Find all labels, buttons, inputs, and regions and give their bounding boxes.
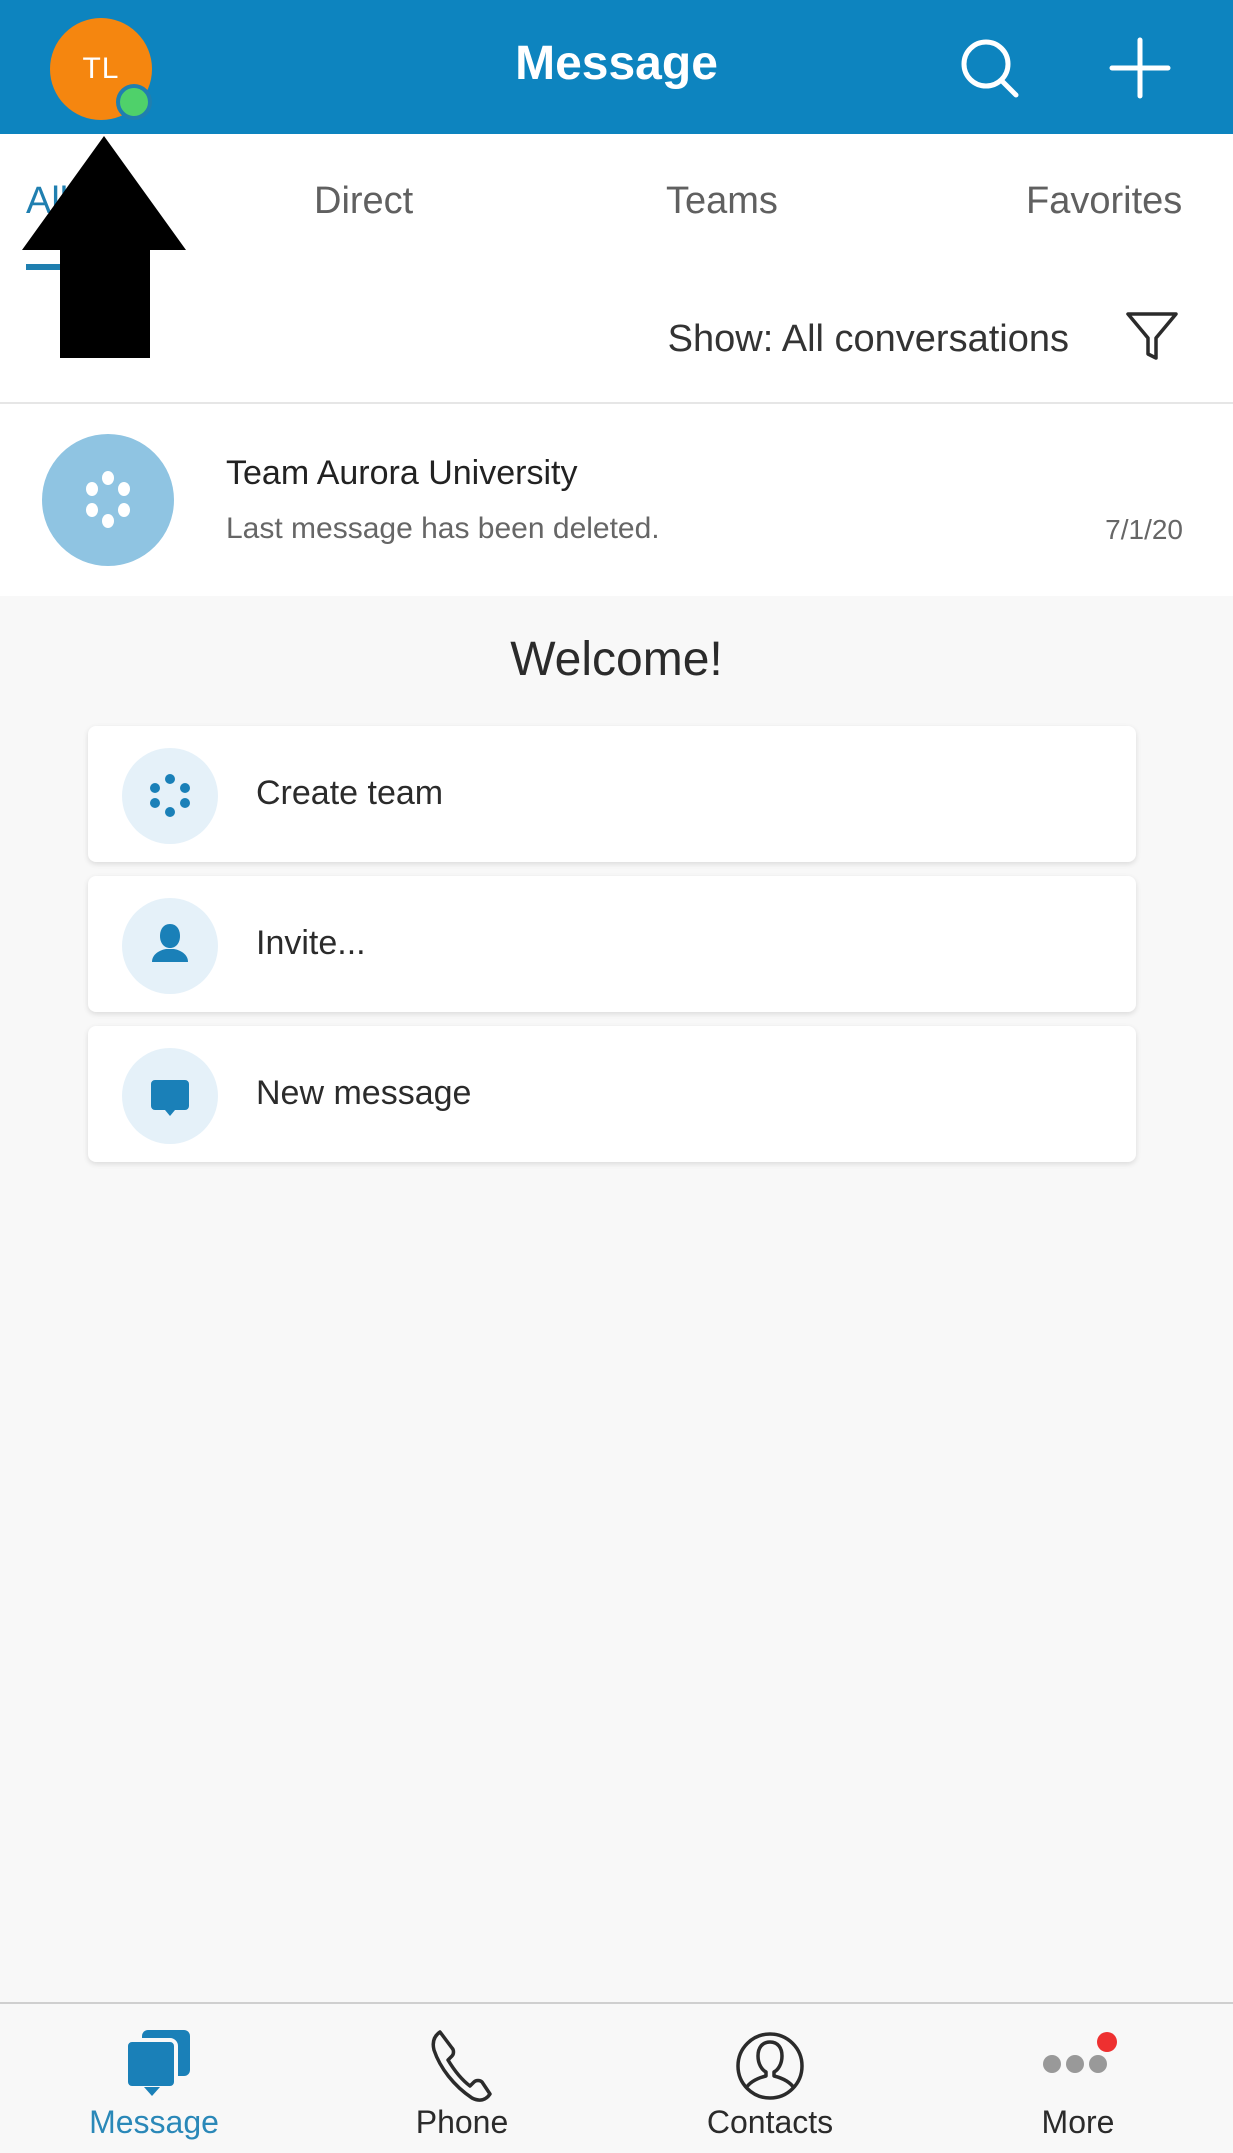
- welcome-heading: Welcome!: [510, 633, 723, 686]
- nav-message[interactable]: Message: [0, 2004, 308, 2153]
- search-icon: [961, 39, 1019, 98]
- nav-message-label: Message: [89, 2104, 219, 2140]
- notification-badge: [1097, 2032, 1117, 2052]
- nav-more-label: More: [1041, 2104, 1115, 2140]
- new-message-button[interactable]: New message: [88, 1026, 1136, 1162]
- chat-bubble-icon: [151, 1080, 189, 1116]
- team-icon: [86, 471, 130, 528]
- conversation-row[interactable]: Team Aurora University Last message has …: [0, 404, 1233, 596]
- phone-icon: [431, 2030, 492, 2102]
- conversation-name: Team Aurora University: [226, 454, 578, 492]
- new-message-icon-wrap: [122, 1048, 218, 1144]
- nav-phone-label: Phone: [415, 2104, 509, 2140]
- create-team-button[interactable]: Create team: [88, 726, 1136, 862]
- conversation-last-message: Last message has been deleted.: [226, 512, 660, 545]
- invite-icon-wrap: [122, 898, 218, 994]
- avatar-initials: TL: [82, 52, 120, 85]
- contacts-icon: [736, 2032, 804, 2100]
- filter-icon[interactable]: [1124, 308, 1180, 364]
- tab-direct[interactable]: Direct: [314, 180, 413, 223]
- nav-contacts-label: Contacts: [706, 2104, 834, 2140]
- conversation-date: 7/1/20: [1105, 514, 1183, 545]
- person-icon: [152, 924, 188, 962]
- tab-teams[interactable]: Teams: [666, 180, 778, 223]
- presence-status-indicator: [116, 84, 152, 120]
- invite-label: Invite...: [256, 924, 366, 962]
- plus-icon: [1109, 37, 1171, 99]
- team-avatar: [42, 434, 174, 566]
- more-icon: [1043, 2032, 1117, 2073]
- search-button[interactable]: [950, 30, 1030, 110]
- nav-phone[interactable]: Phone: [308, 2004, 616, 2153]
- annotation-arrow-icon: [22, 136, 186, 358]
- filter-dropdown[interactable]: Show: All conversations: [668, 318, 1069, 361]
- page-title: Message: [515, 37, 718, 90]
- invite-button[interactable]: Invite...: [88, 876, 1136, 1012]
- create-team-icon-wrap: [122, 748, 218, 844]
- add-button[interactable]: [1100, 30, 1180, 110]
- messages-icon: [124, 2030, 190, 2096]
- nav-more[interactable]: More: [924, 2004, 1232, 2153]
- team-icon: [150, 774, 190, 817]
- create-team-label: Create team: [256, 774, 444, 812]
- nav-contacts[interactable]: Contacts: [616, 2004, 924, 2153]
- new-message-label: New message: [256, 1074, 472, 1112]
- top-app-bar: TL Message: [0, 0, 1233, 134]
- tab-favorites[interactable]: Favorites: [1026, 180, 1182, 223]
- bottom-navigation: Message Phone Contacts More: [0, 2002, 1233, 2153]
